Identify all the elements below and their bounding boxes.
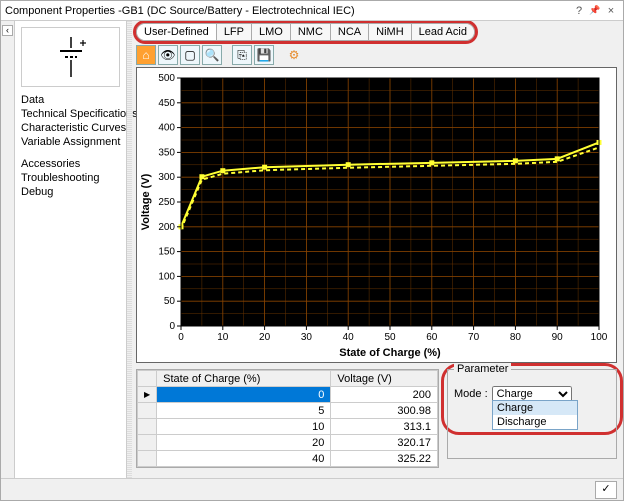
cell-soc[interactable]: 5 (157, 403, 331, 419)
close-button[interactable]: × (603, 5, 619, 17)
svg-text:450: 450 (158, 98, 175, 109)
parameter-panel: Parameter Mode : ChargeDischarge ChargeD… (447, 369, 617, 468)
svg-text:250: 250 (158, 197, 175, 208)
sidebar-item-var-assignment[interactable]: Variable Assignment (21, 135, 124, 149)
toggle-series-button[interactable]: 👁 (158, 45, 178, 65)
sidebar: Data Technical Specifications Characteri… (15, 21, 127, 478)
svg-text:50: 50 (384, 332, 396, 343)
svg-text:0: 0 (169, 321, 175, 332)
cell-voltage[interactable]: 200 (331, 387, 438, 403)
main: User-DefinedLFPLMONMCNCANiMHLead Acid ⌂ … (132, 21, 623, 478)
svg-text:100: 100 (158, 271, 175, 282)
tab-nca[interactable]: NCA (331, 24, 369, 40)
cell-soc[interactable]: 40 (157, 451, 331, 467)
svg-text:100: 100 (591, 332, 607, 343)
tab-lmo[interactable]: LMO (252, 24, 291, 40)
col-header-voltage[interactable]: Voltage (V) (331, 371, 438, 387)
svg-text:200: 200 (158, 222, 175, 233)
data-table[interactable]: State of Charge (%) Voltage (V) ▶0200530… (137, 370, 438, 467)
svg-text:30: 30 (301, 332, 313, 343)
svg-text:20: 20 (259, 332, 271, 343)
zoom-button[interactable]: 🔍 (202, 45, 222, 65)
chart-area[interactable]: 0 10 20 30 40 50 60 70 80 90 100 0 50 100 150 200 250 300… (136, 67, 617, 363)
sidebar-nav: Data Technical Specifications Characteri… (21, 93, 124, 199)
svg-text:300: 300 (158, 172, 175, 183)
titlebar: Component Properties -GB1 (DC Source/Bat… (1, 1, 623, 21)
settings-button[interactable]: ⚙ (284, 45, 304, 65)
battery-type-tabs: User-DefinedLFPLMONMCNCANiMHLead Acid (136, 23, 475, 41)
svg-text:State of Charge (%): State of Charge (%) (339, 347, 441, 359)
pin-button[interactable]: 📌 (587, 5, 603, 16)
cell-soc[interactable]: 20 (157, 435, 331, 451)
svg-text:10: 10 (217, 332, 229, 343)
svg-text:70: 70 (468, 332, 480, 343)
tab-lfp[interactable]: LFP (217, 24, 252, 40)
component-symbol (21, 27, 120, 87)
sidebar-item-troubleshooting[interactable]: Troubleshooting (21, 171, 124, 185)
home-view-button[interactable]: ⌂ (136, 45, 156, 65)
mode-dropdown-list[interactable]: ChargeDischarge (492, 400, 578, 430)
ok-button[interactable]: ✓ (595, 481, 617, 499)
row-marker[interactable] (138, 451, 157, 467)
svg-text:400: 400 (158, 123, 175, 134)
tab-nmc[interactable]: NMC (291, 24, 331, 40)
data-table-panel: State of Charge (%) Voltage (V) ▶0200530… (136, 369, 439, 468)
save-button[interactable]: 💾 (254, 45, 274, 65)
cell-soc[interactable]: 0 (157, 387, 331, 403)
cell-voltage[interactable]: 325.22 (331, 451, 438, 467)
row-marker[interactable] (138, 419, 157, 435)
table-row[interactable]: 20320.17 (138, 435, 438, 451)
table-row[interactable]: 10313.1 (138, 419, 438, 435)
cell-voltage[interactable]: 300.98 (331, 403, 438, 419)
parameter-group-label: Parameter (454, 363, 511, 375)
svg-text:500: 500 (158, 73, 175, 84)
svg-text:350: 350 (158, 147, 175, 158)
sidebar-item-accessories[interactable]: Accessories (21, 157, 124, 171)
chart-toolbar: ⌂ 👁 ▢ 🔍 ⎘ 💾 ⚙ (136, 45, 617, 65)
row-marker[interactable] (138, 435, 157, 451)
region-select-button[interactable]: ▢ (180, 45, 200, 65)
tab-nimh[interactable]: NiMH (369, 24, 412, 40)
window: Component Properties -GB1 (DC Source/Bat… (0, 0, 624, 501)
svg-text:80: 80 (510, 332, 522, 343)
svg-text:0: 0 (178, 332, 184, 343)
svg-text:90: 90 (552, 332, 564, 343)
tab-lead-acid[interactable]: Lead Acid (412, 24, 474, 40)
cell-voltage[interactable]: 313.1 (331, 419, 438, 435)
row-marker[interactable]: ▶ (138, 387, 157, 403)
svg-text:40: 40 (343, 332, 355, 343)
help-button[interactable]: ? (571, 5, 587, 17)
sidebar-collapse-strip: ‹ (1, 21, 15, 478)
svg-text:150: 150 (158, 247, 175, 258)
sidebar-item-char-curves[interactable]: Characteristic Curves (21, 121, 124, 135)
table-row[interactable]: 5300.98 (138, 403, 438, 419)
svg-text:60: 60 (426, 332, 438, 343)
row-marker[interactable] (138, 403, 157, 419)
mode-label: Mode : (454, 388, 488, 400)
collapse-chevron-icon[interactable]: ‹ (2, 25, 13, 36)
mode-option-charge[interactable]: Charge (493, 401, 577, 415)
window-title: Component Properties -GB1 (DC Source/Bat… (5, 5, 355, 17)
svg-text:Voltage (V): Voltage (V) (140, 173, 152, 230)
tab-user-defined[interactable]: User-Defined (137, 24, 217, 40)
table-row[interactable]: ▶0200 (138, 387, 438, 403)
sidebar-item-debug[interactable]: Debug (21, 185, 124, 199)
sidebar-item-data[interactable]: Data (21, 93, 124, 107)
footer: ✓ (1, 478, 623, 500)
copy-button[interactable]: ⎘ (232, 45, 252, 65)
table-row[interactable]: 40325.22 (138, 451, 438, 467)
row-header-placeholder (138, 371, 157, 387)
cell-voltage[interactable]: 320.17 (331, 435, 438, 451)
sidebar-item-tech-specs[interactable]: Technical Specifications (21, 107, 124, 121)
svg-text:50: 50 (164, 296, 176, 307)
mode-option-discharge[interactable]: Discharge (493, 415, 577, 429)
col-header-soc[interactable]: State of Charge (%) (157, 371, 331, 387)
cell-soc[interactable]: 10 (157, 419, 331, 435)
